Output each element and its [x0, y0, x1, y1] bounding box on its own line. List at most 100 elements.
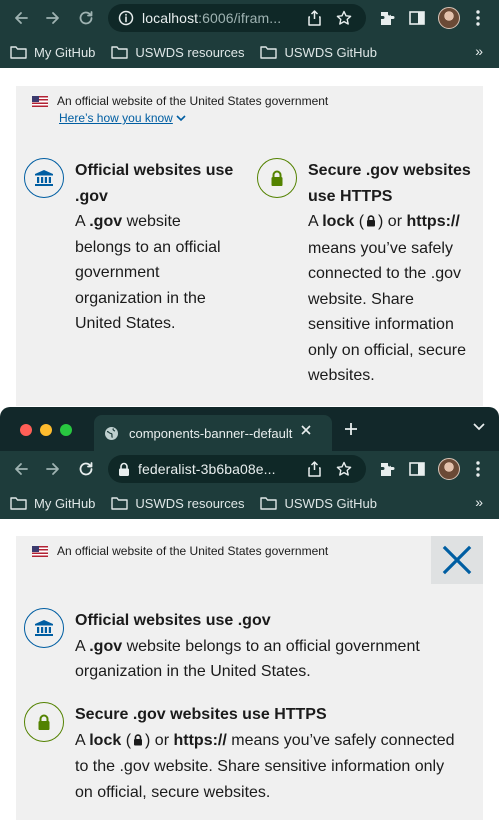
site-info-icon[interactable]	[118, 10, 134, 26]
heres-how-you-know-link[interactable]: Here’s how you know	[59, 111, 186, 125]
menu-kebab-icon[interactable]	[466, 10, 490, 26]
lock-word: lock	[89, 731, 122, 749]
banner-close-button[interactable]	[431, 536, 483, 584]
reload-icon	[79, 11, 93, 25]
https-text-pre: A	[75, 731, 90, 749]
https-text: Secure .gov websites use HTTPS A lock ()…	[75, 702, 460, 805]
us-flag-icon	[32, 95, 48, 107]
bookmarks-bar-1: My GitHub USWDS resources USWDS GitHub »	[0, 36, 499, 68]
dot-gov-text-post: website belongs to an official governmen…	[75, 637, 420, 681]
toolbar-actions	[372, 451, 490, 487]
banner-header: An official website of the United States…	[32, 544, 328, 558]
bookmark-label: My GitHub	[34, 495, 96, 511]
bookmark-uswds-resources[interactable]: USWDS resources	[111, 496, 244, 511]
bookmarks-overflow-button[interactable]: »	[475, 494, 483, 510]
reload-button[interactable]	[70, 451, 102, 487]
arrow-left-icon	[15, 12, 28, 24]
address-bar[interactable]: federalist-3b6ba08e...	[108, 455, 366, 483]
close-icon	[442, 545, 472, 575]
government-building-icon	[24, 158, 64, 198]
address-bar[interactable]: localhost:6006/ifram...	[108, 4, 366, 32]
dot-gov-text-pre: A	[75, 213, 90, 230]
browser-toolbar-2: federalist-3b6ba08e...	[0, 451, 499, 487]
dot-gov-strong: .gov	[89, 213, 123, 230]
gov-banner-mobile: An official website of the United States…	[16, 86, 483, 406]
share-icon[interactable]	[307, 10, 322, 26]
tab-title: components-banner--default	[129, 425, 293, 441]
tab-search-chevron-icon[interactable]	[473, 423, 485, 431]
guidance-https: Secure .gov websites use HTTPS A lock ()…	[257, 158, 477, 389]
dot-gov-title: Official websites use .gov	[75, 612, 271, 629]
url-path: :6006/ifram...	[198, 10, 282, 26]
chevron-down-icon	[176, 114, 186, 122]
address-url: federalist-3b6ba08e...	[138, 461, 276, 477]
folder-icon	[10, 496, 27, 510]
https-title: Secure .gov websites use HTTPS	[75, 706, 327, 723]
folder-icon	[111, 45, 129, 59]
banner-header-text: An official website of the United States…	[57, 94, 329, 108]
minimize-window-button[interactable]	[40, 424, 52, 436]
bookmark-my-github[interactable]: My GitHub	[10, 45, 95, 60]
government-building-icon	[24, 608, 64, 648]
bookmarks-overflow-button[interactable]: »	[475, 43, 483, 59]
bookmark-label: USWDS GitHub	[284, 44, 377, 60]
back-button[interactable]	[5, 451, 37, 487]
https-word: https://	[173, 731, 227, 749]
guidance-dot-gov: Official websites use .gov A .gov websit…	[24, 158, 234, 337]
bookmark-star-icon[interactable]	[336, 461, 352, 477]
arrow-right-icon	[46, 12, 59, 24]
profile-photo	[438, 458, 460, 480]
folder-icon	[111, 496, 129, 510]
bookmark-uswds-resources[interactable]: USWDS resources	[111, 45, 244, 60]
close-window-button[interactable]	[20, 424, 32, 436]
paren-open: (	[354, 213, 365, 230]
url-host: localhost	[142, 10, 199, 26]
paren-close: ) or	[145, 731, 174, 749]
share-icon[interactable]	[307, 461, 322, 477]
bookmark-label: USWDS resources	[135, 44, 245, 60]
lock-icon[interactable]	[118, 462, 130, 477]
bookmark-uswds-github[interactable]: USWDS GitHub	[260, 495, 377, 511]
bookmark-uswds-github[interactable]: USWDS GitHub	[260, 44, 377, 60]
https-text-pre: A	[308, 213, 323, 230]
profile-photo	[438, 7, 460, 29]
forward-button[interactable]	[37, 451, 69, 487]
bookmark-my-github[interactable]: My GitHub	[10, 496, 95, 511]
close-tab-icon[interactable]	[300, 424, 312, 436]
extensions-icon[interactable]	[372, 461, 402, 478]
us-flag-icon	[32, 545, 48, 557]
bookmark-label: My GitHub	[34, 44, 96, 60]
new-tab-icon[interactable]	[344, 422, 358, 436]
reload-button[interactable]	[70, 0, 102, 36]
extensions-icon[interactable]	[372, 10, 402, 27]
toolbar-actions	[372, 0, 490, 36]
folder-icon	[10, 45, 27, 59]
back-button[interactable]	[5, 0, 37, 36]
avatar[interactable]	[432, 7, 466, 29]
https-lock-icon	[24, 702, 64, 742]
banner-header-text: An official website of the United States…	[57, 544, 329, 558]
avatar[interactable]	[432, 458, 466, 480]
folder-icon	[260, 45, 278, 59]
bookmark-label: USWDS GitHub	[284, 495, 377, 511]
bookmarks-bar-2: My GitHub USWDS resources USWDS GitHub »	[0, 487, 499, 519]
dot-gov-title: Official websites use .gov	[75, 162, 234, 205]
guidance-https: Secure .gov websites use HTTPS A lock ()…	[24, 702, 464, 805]
arrow-right-icon	[46, 463, 59, 475]
dot-gov-text: Official websites use .gov A .gov websit…	[75, 608, 460, 685]
tab-components-banner[interactable]: components-banner--default	[94, 415, 332, 451]
gov-banner-wide: An official website of the United States…	[16, 536, 483, 820]
forward-button[interactable]	[37, 0, 69, 36]
maximize-window-button[interactable]	[60, 424, 72, 436]
reload-icon	[79, 462, 93, 476]
menu-kebab-icon[interactable]	[466, 461, 490, 477]
lock-word: lock	[322, 213, 355, 230]
bookmark-star-icon[interactable]	[336, 10, 352, 26]
dot-gov-text: Official websites use .gov A .gov websit…	[75, 158, 234, 337]
side-panel-icon[interactable]	[402, 11, 432, 25]
paren-open: (	[121, 731, 132, 749]
globe-icon	[104, 426, 119, 441]
guidance-dot-gov: Official websites use .gov A .gov websit…	[24, 608, 464, 685]
side-panel-icon[interactable]	[402, 462, 432, 476]
https-title: Secure .gov websites use HTTPS	[308, 162, 471, 205]
